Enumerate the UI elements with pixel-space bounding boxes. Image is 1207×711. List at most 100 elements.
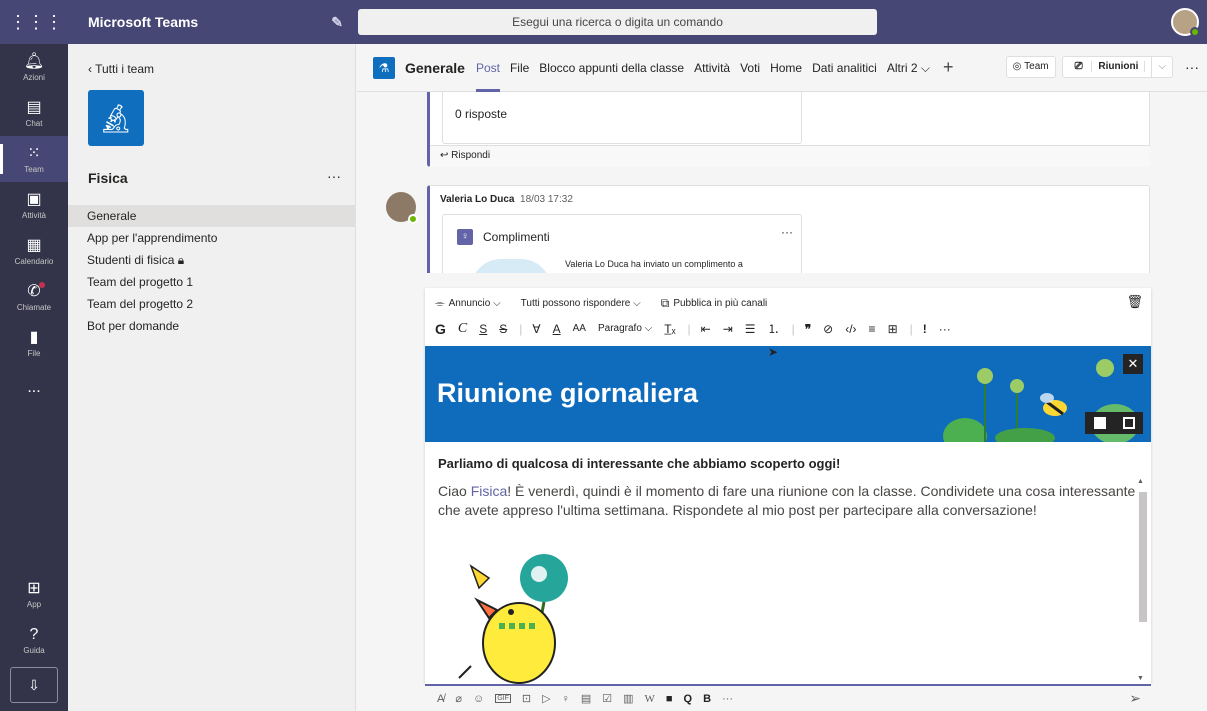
underline-icon[interactable]: S [479,322,487,336]
team-name: Fisica [88,170,128,186]
scrollbar-thumb[interactable] [1139,492,1147,622]
paragraph-dropdown[interactable]: Paragrafo ⌵ [598,323,652,334]
clear-format-icon[interactable]: T̲ₓ [664,322,675,336]
tab-grades[interactable]: Voti [740,44,760,92]
channel-item[interactable]: App per l'apprendimento [68,227,355,249]
rail-item-assignments[interactable]: ▣ Attività [0,182,68,228]
post-multiple-channels-button[interactable]: ⧉ Pubblica in più canali [661,296,768,311]
numbered-list-icon[interactable]: ⒈ [768,320,780,337]
channel-title: Generale [405,59,465,76]
banner-color-icon[interactable] [1093,417,1106,429]
emoji-icon[interactable]: ☺ [473,693,484,705]
attach-icon[interactable]: ⌀ [455,692,462,705]
font-size-icon[interactable]: AA [573,323,586,334]
praise-icon[interactable]: ♀ [562,693,570,705]
link-icon[interactable]: ⊘ [823,322,833,336]
outdent-icon[interactable]: ⇤ [701,322,711,336]
rail-label: Guida [23,645,45,655]
reply-permission-dropdown[interactable]: Tutti possono rispondere ⌵ [521,298,641,309]
wikipedia-icon[interactable]: W [645,693,655,705]
user-avatar[interactable] [1171,8,1200,37]
tab-notebook[interactable]: Blocco appunti della classe [539,44,684,92]
mouse-cursor-icon: ➤ [768,345,779,359]
format-icon[interactable]: A̸ [437,693,444,705]
channel-item[interactable]: Team del progetto 1 [68,271,355,293]
approvals-icon[interactable]: ☑ [602,692,612,705]
add-tab-icon[interactable]: + [943,57,954,78]
rail-item-files[interactable]: ▮ File [0,320,68,366]
code-icon[interactable]: ‹/› [845,322,856,336]
bold-icon[interactable]: G [435,321,446,337]
channel-item[interactable]: Team del progetto 2 [68,293,355,315]
table-icon[interactable]: ⊞ [888,322,898,336]
channel-item[interactable]: Generale [68,205,355,227]
more-apps-icon[interactable]: ··· [722,693,733,705]
tab-home[interactable]: Home [770,44,802,92]
reply-link[interactable]: ↩ Rispondi [440,150,490,161]
meet-button[interactable]: ⎚ Riunioni ⌵ [1061,56,1173,78]
more-format-icon[interactable]: ··· [939,322,951,336]
rail-item-more[interactable]: ... [0,366,68,412]
meet-now-icon[interactable]: ▷ [542,692,550,705]
important-icon[interactable]: ! [923,322,927,336]
compose-icon[interactable]: ✎ [331,14,343,31]
scroll-down-icon[interactable]: ▼ [1137,675,1144,682]
forms-icon[interactable]: ▥ [623,692,633,705]
waffle-icon[interactable]: ⋮⋮⋮ [0,0,72,44]
gif-icon[interactable]: GIF [495,694,511,703]
team-button[interactable]: ◎ Team [1005,56,1056,78]
download-icon[interactable]: ⇩ [10,667,58,703]
bing-icon[interactable]: B [703,693,711,705]
indent-icon[interactable]: ⇥ [723,322,733,336]
reply-icon: ↩ [440,150,452,161]
tab-assignments[interactable]: Attività [694,44,730,92]
search-input[interactable]: Esegui una ricerca o digita un comando [358,9,877,35]
font-color-icon[interactable]: A [553,322,561,336]
rail-item-apps[interactable]: ⊞ App [0,571,68,617]
channel-item[interactable]: Studenti di fisica 🔒︎ [68,249,355,271]
back-to-teams-link[interactable]: ‹ Tutti i team [88,62,154,76]
more-options-icon[interactable]: ··· [1185,59,1199,75]
scrollbar[interactable]: ▲ ▼ [1137,478,1147,682]
message-body[interactable]: Ciao Fisica! È venerdì, quindi è il mome… [438,482,1138,520]
format-toolbar: G C S S | ∀ A AA Paragrafo ⌵ T̲ₓ | ⇤ ⇥ ☰… [435,320,963,337]
lock-icon: 🔒︎ [177,253,185,267]
rail-item-help[interactable]: ? Guida [0,617,68,663]
announcement-banner: Riunione giornaliera ✕ [425,346,1151,442]
close-icon[interactable]: ✕ [1123,354,1143,374]
rail-item-calls[interactable]: ✆ Chiamate [0,274,68,320]
sticker-icon[interactable]: ⊡ [522,692,531,705]
send-icon[interactable]: ➢ [1129,690,1141,707]
youtube-icon[interactable]: ■ [666,693,673,705]
italic-icon[interactable]: C [458,321,467,337]
quote-icon[interactable]: ❞ [805,322,811,336]
tab-more[interactable]: Altri 2 ⌵ [887,44,930,92]
scroll-up-icon[interactable]: ▲ [1137,478,1144,485]
assignments-icon[interactable]: ▤ [581,692,591,705]
chevron-down-icon: ⌵ [630,298,641,309]
image-icon[interactable] [1122,417,1135,429]
channel-mention[interactable]: Fisica [471,483,508,499]
team-more-icon[interactable]: ··· [327,168,341,184]
highlight-icon[interactable]: ∀ [532,322,540,336]
calendar-icon: ▦ [26,236,42,254]
rail-item-chat[interactable]: ▤ Chat [0,90,68,136]
bullet-list-icon[interactable]: ☰ [745,322,756,336]
strikethrough-icon[interactable]: S [499,322,507,336]
rail-item-calendar[interactable]: ▦ Calendario [0,228,68,274]
channel-item[interactable]: Bot per domande [68,315,355,337]
subject-field[interactable]: Parliamo di qualcosa di interessante che… [438,456,840,471]
trash-icon[interactable]: 🗑︎ [1126,294,1143,310]
announcement-dropdown[interactable]: ⌯ Annuncio ⌵ [435,296,501,311]
separator: | [909,321,913,336]
rail-item-activity[interactable]: 🔔︎ Azioni [0,44,68,90]
quizlet-icon[interactable]: Q [684,693,693,705]
chevron-down-icon[interactable]: ⌵ [1152,57,1172,77]
tab-post[interactable]: Post [475,44,500,92]
tab-insights[interactable]: Dati analitici [812,44,877,92]
card-more-icon[interactable]: ··· [781,225,793,239]
rail-item-teams[interactable]: ⁙ Team [0,136,68,182]
tab-file[interactable]: File [510,44,529,92]
banner-image-options[interactable] [1085,412,1143,434]
horizontal-rule-icon[interactable]: ≡ [869,322,876,336]
